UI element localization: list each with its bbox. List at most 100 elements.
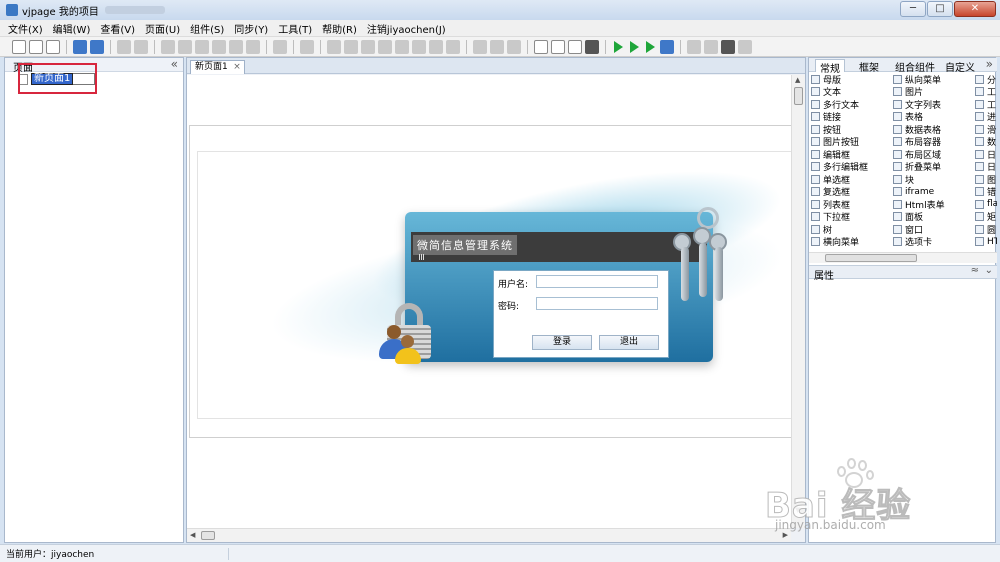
tab-new-page-1[interactable]: 新页面1 × (190, 60, 245, 74)
component-master[interactable]: 母版 (811, 73, 868, 86)
login-button[interactable]: 登录 (532, 335, 592, 350)
download-icon[interactable] (90, 39, 104, 54)
component-button[interactable]: 按钮 (811, 123, 868, 136)
component-partial[interactable]: 工 (975, 86, 997, 98)
tab-general[interactable]: 常规 (815, 59, 845, 75)
menu-sync[interactable]: 同步(Y) (234, 21, 268, 36)
component-tree[interactable]: 树 (811, 223, 868, 236)
component-accordion-menu[interactable]: 折叠菜单 (893, 161, 945, 173)
run-step-icon[interactable] (646, 40, 655, 53)
resize-icon[interactable] (738, 39, 752, 54)
component-partial[interactable]: 分 (975, 73, 997, 86)
component-image-button[interactable]: 图片按钮 (811, 136, 868, 148)
same-height-icon[interactable] (490, 39, 504, 54)
username-input[interactable] (536, 275, 658, 288)
horizontal-scrollbar[interactable]: ◀ ▶ (187, 528, 791, 542)
arrow-left-icon[interactable]: ◀ (190, 531, 195, 539)
save-icon[interactable] (117, 39, 131, 54)
same-size-icon[interactable] (507, 39, 521, 54)
settings-icon[interactable] (721, 39, 735, 54)
sync-icon[interactable] (300, 39, 314, 54)
component-image[interactable]: 图片 (893, 86, 945, 98)
menu-logout[interactable]: 注销jiyaochen(J) (367, 21, 446, 36)
component-block[interactable]: 块 (893, 173, 945, 186)
component-dropdown[interactable]: 下拉框 (811, 211, 868, 223)
align-bottom-icon[interactable] (412, 39, 426, 54)
component-partial[interactable]: 日 (975, 148, 997, 161)
component-table[interactable]: 表格 (893, 111, 945, 123)
undo-icon[interactable] (178, 39, 192, 54)
component-multiline-text[interactable]: 多行文本 (811, 98, 868, 111)
close-button[interactable]: ✕ (954, 1, 996, 17)
component-edit-box[interactable]: 编辑框 (811, 148, 868, 161)
tab-frame[interactable]: 框架 (859, 59, 879, 74)
component-partial[interactable]: 进 (975, 111, 997, 123)
component-multiline-edit[interactable]: 多行编辑框 (811, 161, 868, 173)
component-partial[interactable]: 工 (975, 98, 997, 111)
code-view-icon[interactable] (534, 39, 548, 54)
menu-component[interactable]: 组件(S) (190, 21, 224, 36)
component-scrollbar[interactable] (809, 252, 997, 263)
redo-icon[interactable] (195, 39, 209, 54)
refresh-icon[interactable] (161, 39, 175, 54)
component-checkbox[interactable]: 复选框 (811, 186, 868, 198)
copy-icon[interactable] (229, 39, 243, 54)
menu-view[interactable]: 查看(V) (100, 21, 135, 36)
component-partial[interactable]: 图 (975, 173, 997, 186)
tab-composite[interactable]: 组合组件 (895, 59, 935, 74)
component-text-list[interactable]: 文字列表 (893, 98, 945, 111)
tree-icon[interactable] (704, 39, 718, 54)
component-window[interactable]: 窗口 (893, 223, 945, 236)
arrow-down-icon[interactable]: ▼ (795, 506, 800, 514)
vertical-scroll-thumb[interactable] (794, 87, 803, 105)
component-html-form[interactable]: Html表单 (893, 198, 945, 211)
arrow-right-icon[interactable]: ▶ (783, 531, 788, 539)
component-partial[interactable]: 日 (975, 161, 997, 173)
copy-page-icon[interactable] (134, 39, 148, 54)
chevron-up-icon[interactable]: ≈ (971, 265, 979, 276)
distribute-h-icon[interactable] (429, 39, 443, 54)
new-page-icon[interactable] (46, 39, 60, 54)
component-layout-region[interactable]: 布局区域 (893, 148, 945, 161)
grid-icon[interactable] (687, 39, 701, 54)
tab-custom[interactable]: 自定义 (945, 59, 975, 74)
component-radio[interactable]: 单选框 (811, 173, 868, 186)
cut-icon[interactable] (212, 39, 226, 54)
component-panel[interactable]: 面板 (893, 211, 945, 223)
component-partial[interactable]: 数 (975, 136, 997, 148)
same-width-icon[interactable] (473, 39, 487, 54)
arrow-up-icon[interactable]: ▲ (795, 76, 800, 84)
component-listbox[interactable]: 列表框 (811, 198, 868, 211)
component-vertical-menu[interactable]: 纵向菜单 (893, 73, 945, 86)
component-tabs[interactable]: 选项卡 (893, 236, 945, 248)
component-text[interactable]: 文本 (811, 86, 868, 98)
align-top-icon[interactable] (378, 39, 392, 54)
menu-tools[interactable]: 工具(T) (278, 21, 312, 36)
minimize-button[interactable]: ─ (900, 1, 926, 17)
component-partial[interactable]: 圆 (975, 223, 997, 236)
distribute-v-icon[interactable] (446, 39, 460, 54)
horizontal-scroll-thumb[interactable] (201, 531, 215, 540)
component-scroll-thumb[interactable] (825, 254, 917, 262)
component-partial[interactable]: fla (975, 198, 997, 211)
component-iframe[interactable]: iframe (893, 186, 945, 199)
vertical-scrollbar[interactable]: ▲ ▼ (791, 75, 805, 528)
component-data-table[interactable]: 数据表格 (893, 123, 945, 136)
component-partial[interactable]: 滑 (975, 123, 997, 136)
menu-edit[interactable]: 编辑(W) (53, 21, 91, 36)
align-center-icon[interactable] (344, 39, 358, 54)
menu-page[interactable]: 页面(U) (145, 21, 180, 36)
more-tabs-icon[interactable]: » (986, 57, 993, 71)
collapse-icon[interactable]: « (171, 57, 178, 71)
component-partial[interactable]: 矩 (975, 211, 997, 223)
align-right-icon[interactable] (361, 39, 375, 54)
align-middle-icon[interactable] (395, 39, 409, 54)
component-layout-container[interactable]: 布局容器 (893, 136, 945, 148)
exit-button[interactable]: 退出 (599, 335, 659, 350)
menu-file[interactable]: 文件(X) (8, 21, 43, 36)
html-view-icon[interactable] (551, 39, 565, 54)
open-file-icon[interactable] (29, 39, 43, 54)
run-all-icon[interactable] (630, 40, 639, 53)
component-horizontal-menu[interactable]: 横向菜单 (811, 236, 868, 248)
delete-icon[interactable] (273, 39, 287, 54)
